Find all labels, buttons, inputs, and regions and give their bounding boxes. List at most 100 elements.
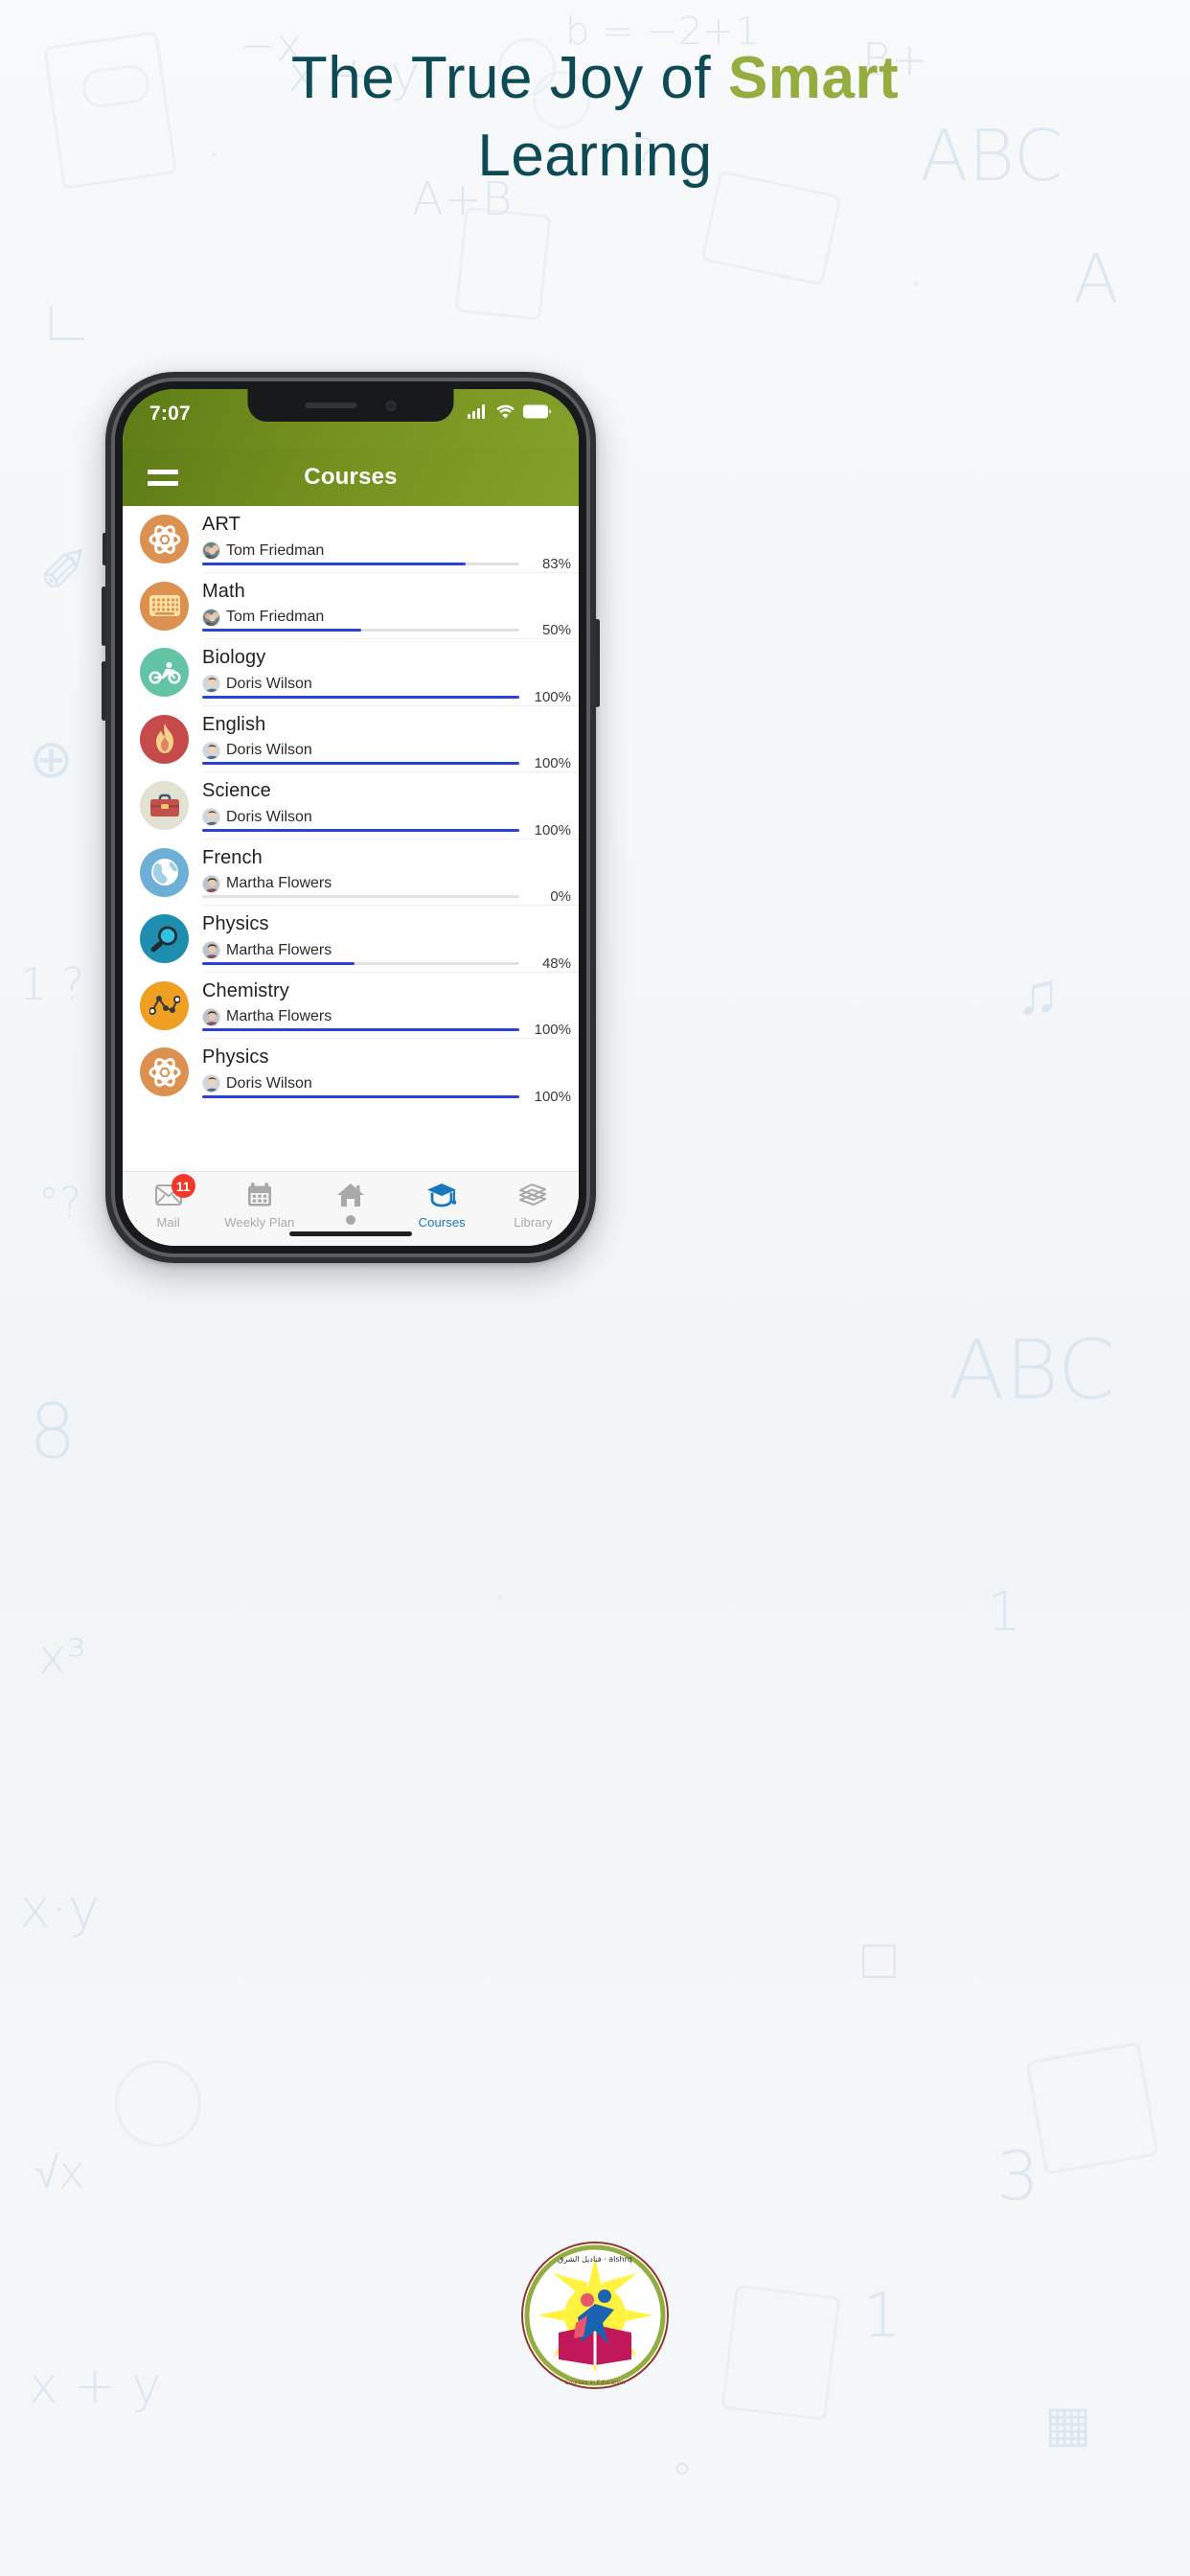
progress-bar-fill [202, 562, 466, 565]
teacher-name: Tom Friedman [226, 609, 325, 625]
avatar [202, 941, 220, 959]
teacher-name: Martha Flowers [226, 1008, 332, 1024]
avatar [202, 675, 220, 693]
teacher-name: Doris Wilson [226, 808, 312, 825]
course-teacher: Martha Flowers [202, 874, 519, 893]
progress-bar-fill [202, 629, 361, 632]
hamburger-menu-icon[interactable] [148, 469, 178, 486]
home-icon [334, 1181, 367, 1209]
line-chart-icon [140, 980, 189, 1030]
envelope-icon: 11 [152, 1174, 195, 1209]
progress-percent-label: 100% [534, 1088, 571, 1105]
course-row[interactable]: Physics Doris Wilson 100% [123, 1039, 579, 1106]
phone-screen: 7:07 Courses ART Tom Friedman 83% Math T… [123, 389, 579, 1246]
phone-notch [247, 389, 454, 422]
course-row[interactable]: Chemistry Martha Flowers 100% [123, 973, 579, 1040]
progress-bar [202, 695, 519, 699]
course-row[interactable]: Math Tom Friedman 50% [123, 573, 579, 639]
course-title: ART [202, 514, 240, 535]
globe-icon [140, 847, 189, 897]
course-details: French Martha Flowers 0% [202, 840, 579, 907]
phone-mute-switch[interactable] [103, 533, 106, 565]
course-row[interactable]: Biology Doris Wilson 100% [123, 639, 579, 706]
phone-power-button[interactable] [595, 619, 600, 707]
progress-percent-label: 48% [541, 954, 571, 972]
course-row[interactable]: French Martha Flowers 0% [123, 840, 579, 907]
page-root: −x x + y b = −2+1 B+ ABC ? A+B ∟ A ✐ ⊕ 1… [0, 0, 1190, 2576]
progress-bar [202, 1028, 519, 1031]
headline-accent-word: Smart [727, 45, 900, 111]
nav-item-label: Courses [418, 1215, 466, 1230]
course-row[interactable]: English Doris Wilson 100% [123, 706, 579, 772]
progress-bar [202, 895, 519, 898]
flame-icon [140, 714, 189, 764]
wifi-icon [496, 404, 515, 424]
avatar [202, 741, 220, 760]
progress-percent-label: 83% [541, 555, 571, 572]
course-details: Physics Martha Flowers 48% [202, 906, 579, 973]
keyboard-icon [140, 581, 189, 631]
course-title: Physics [202, 913, 269, 934]
course-teacher: Doris Wilson [202, 741, 519, 760]
calendar-icon [243, 1181, 276, 1209]
notification-badge: 11 [171, 1174, 195, 1198]
teacher-name: Doris Wilson [226, 742, 312, 758]
front-camera-icon [385, 400, 397, 411]
phone-volume-up-button[interactable] [102, 586, 106, 646]
status-icon-group [468, 404, 552, 424]
course-title: Biology [202, 647, 266, 668]
atom-icon [140, 1047, 189, 1097]
course-details: Biology Doris Wilson 100% [202, 639, 579, 706]
course-row[interactable]: Physics Martha Flowers 48% [123, 906, 579, 973]
course-row[interactable]: Science Doris Wilson 100% [123, 772, 579, 840]
course-title: Physics [202, 1046, 269, 1068]
progress-bar-fill [202, 1094, 519, 1098]
progress-bar-fill [202, 1028, 519, 1031]
app-bar: Courses [123, 448, 579, 506]
progress-percent-label: 50% [541, 622, 571, 638]
progress-bar [202, 762, 519, 765]
qanadeel-alshrq-logo: قناديل الشرق · alshrq Courses in Educati… [520, 2241, 670, 2390]
course-teacher: Tom Friedman [202, 608, 519, 627]
course-details: Chemistry Martha Flowers 100% [202, 973, 579, 1040]
progress-bar-fill [202, 762, 519, 765]
course-list[interactable]: ART Tom Friedman 83% Math Tom Friedman 5… [123, 506, 579, 1171]
course-teacher: Doris Wilson [202, 675, 519, 693]
earpiece-speaker [305, 402, 357, 408]
course-teacher: Tom Friedman [202, 541, 519, 560]
atom-icon [140, 515, 189, 564]
progress-bar-fill [202, 961, 355, 965]
nav-item-label: Weekly Plan [224, 1215, 295, 1230]
phone-volume-down-button[interactable] [102, 661, 106, 721]
course-title: English [202, 713, 266, 735]
nav-item-weekly-plan[interactable]: Weekly Plan [214, 1181, 305, 1230]
teacher-name: Doris Wilson [226, 675, 312, 692]
magnifier-icon [140, 914, 189, 964]
cellular-signal-icon [468, 404, 488, 424]
progress-percent-label: 0% [550, 888, 571, 905]
avatar [202, 541, 220, 560]
progress-bar-fill [202, 828, 519, 832]
home-active-dot [346, 1215, 355, 1225]
avatar [202, 608, 220, 627]
nav-item-courses[interactable]: Courses [397, 1181, 488, 1230]
course-details: ART Tom Friedman 83% [202, 506, 579, 573]
progress-bar [202, 828, 519, 832]
status-bar: 7:07 [123, 389, 579, 448]
headline-line-1: The True Joy of Smart [0, 40, 1190, 118]
progress-percent-label: 100% [534, 821, 571, 839]
nav-item-mail[interactable]: 11 Mail [123, 1174, 214, 1230]
nav-item-library[interactable]: Library [488, 1181, 579, 1230]
progress-bar [202, 562, 519, 565]
home-indicator [289, 1231, 412, 1236]
nav-item-home[interactable] [305, 1181, 396, 1225]
headline-prefix: The True Joy of [290, 45, 728, 111]
battery-icon [523, 404, 552, 424]
nav-item-label: Library [514, 1215, 553, 1230]
phone-mockup: 7:07 Courses ART Tom Friedman 83% Math T… [102, 372, 600, 1263]
hamburger-bar-2 [148, 480, 178, 486]
nav-item-label: Mail [156, 1215, 180, 1230]
course-title: Science [202, 780, 271, 801]
course-teacher: Martha Flowers [202, 941, 519, 959]
course-row[interactable]: ART Tom Friedman 83% [123, 506, 579, 573]
